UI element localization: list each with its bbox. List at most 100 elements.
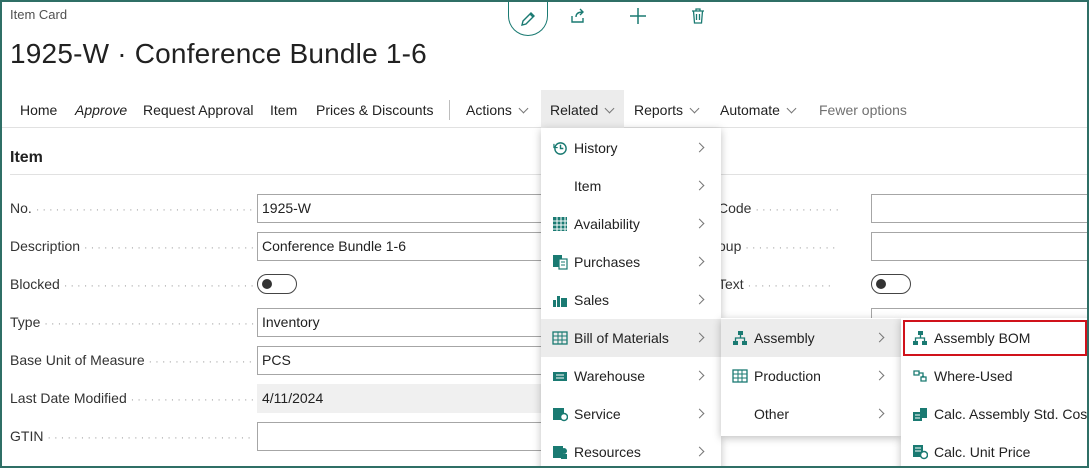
menu-item-history[interactable]: History [541, 129, 721, 167]
bom-submenu: Assembly Production Other [721, 318, 901, 436]
action-home[interactable]: Home [20, 90, 57, 128]
menu-item-purchases-label: Purchases [574, 254, 641, 270]
sales-icon [550, 292, 570, 308]
menu-item-where-used[interactable]: Where-Used [901, 357, 1087, 395]
purchases-icon [550, 254, 570, 270]
no-field[interactable]: 1925-W [257, 194, 557, 223]
menu-item-other[interactable]: Other [721, 395, 901, 433]
related-menu: History Item Availability Purchases Sale… [541, 128, 721, 466]
add-icon [630, 8, 646, 24]
menu-item-service[interactable]: Service [541, 395, 721, 433]
menu-item-item[interactable]: Item [541, 167, 721, 205]
menu-item-calc-unit-price[interactable]: Calc. Unit Price [901, 433, 1087, 466]
field-label-no: No. ····································… [10, 200, 255, 216]
chevron-right-icon [694, 446, 705, 457]
item-card-window: Item Card 1925-W · Conference Bundle 1-6… [0, 0, 1089, 468]
delete-button[interactable] [668, 2, 728, 30]
chevron-right-icon [874, 408, 885, 419]
warehouse-icon [550, 368, 570, 384]
chevron-right-icon [694, 142, 705, 153]
right-text-toggle[interactable] [871, 274, 911, 294]
action-automate[interactable]: Automate [720, 90, 797, 128]
page-caption: Item Card [10, 7, 68, 22]
production-icon [730, 368, 750, 384]
last-modified-field: 4/11/2024 [257, 384, 557, 413]
delete-icon [692, 8, 704, 24]
action-item[interactable]: Item [270, 90, 297, 128]
field-label-description-text: Description [10, 238, 81, 254]
action-automate-label: Automate [720, 102, 780, 118]
right-label-code: Code ············· [718, 200, 842, 216]
new-button[interactable] [608, 2, 668, 30]
action-related[interactable]: Related [541, 90, 624, 128]
gtin-field[interactable] [257, 422, 557, 451]
menu-item-purchases[interactable]: Purchases [541, 243, 721, 281]
field-label-base-uom-text: Base Unit of Measure [10, 352, 145, 368]
page-title: 1925-W · Conference Bundle 1-6 [10, 38, 427, 69]
share-button[interactable] [548, 2, 608, 30]
menu-item-bom-label: Bill of Materials [574, 330, 669, 346]
menu-item-bill-of-materials[interactable]: Bill of Materials [541, 319, 721, 357]
blocked-toggle[interactable] [257, 274, 297, 294]
menu-item-warehouse[interactable]: Warehouse [541, 357, 721, 395]
action-request-approval[interactable]: Request Approval [143, 90, 254, 128]
field-label-last-modified-text: Last Date Modified [10, 390, 127, 406]
chevron-right-icon [694, 332, 705, 343]
type-field[interactable]: Inventory [257, 308, 557, 337]
service-icon [550, 406, 570, 422]
menu-item-production-label: Production [754, 368, 821, 384]
menu-item-warehouse-label: Warehouse [574, 368, 646, 384]
action-prices-discounts[interactable]: Prices & Discounts [316, 90, 433, 128]
chevron-right-icon [874, 370, 885, 381]
menu-item-calc-std-cost-label: Calc. Assembly Std. Cost [934, 406, 1089, 422]
highlight-box [903, 320, 1087, 356]
field-label-blocked-text: Blocked [10, 276, 60, 292]
action-fewer-options[interactable]: Fewer options [819, 90, 907, 128]
description-field[interactable]: Conference Bundle 1-6 [257, 232, 557, 261]
menu-item-sales[interactable]: Sales [541, 281, 721, 319]
chevron-right-icon [694, 256, 705, 267]
menu-item-history-label: History [574, 140, 618, 156]
menu-item-production[interactable]: Production [721, 357, 901, 395]
action-separator [449, 100, 450, 120]
base-uom-field[interactable]: PCS [257, 346, 557, 375]
where-used-icon [910, 368, 930, 384]
menu-item-assembly[interactable]: Assembly [721, 319, 901, 357]
menu-item-calc-assembly-std-cost[interactable]: Calc. Assembly Std. Cost [901, 395, 1089, 433]
chevron-down-icon [689, 103, 700, 114]
share-icon [571, 8, 584, 23]
menu-item-other-label: Other [754, 406, 790, 422]
right-label-oup-text: oup [718, 238, 742, 254]
history-icon [550, 140, 570, 156]
menu-item-availability-label: Availability [574, 216, 640, 232]
chevron-right-icon [694, 408, 705, 419]
right-label-oup: oup ·············· [718, 238, 839, 254]
right-label-text: Text ············· [718, 276, 835, 292]
edit-icon [521, 11, 535, 26]
resources-icon [550, 444, 570, 460]
field-label-base-uom: Base Unit of Measure ···················… [10, 352, 255, 368]
field-label-description: Description ····························… [10, 238, 255, 254]
chevron-right-icon [694, 218, 705, 229]
chevron-right-icon [694, 294, 705, 305]
assembly-hierarchy-icon [730, 330, 750, 346]
section-title-item: Item [10, 149, 43, 166]
right-code-field[interactable] [871, 194, 1087, 223]
menu-item-item-label: Item [574, 178, 602, 194]
edit-button[interactable] [508, 2, 548, 36]
action-actions[interactable]: Actions [466, 90, 529, 128]
right-oup-field[interactable] [871, 232, 1087, 261]
action-actions-label: Actions [466, 102, 512, 118]
action-reports[interactable]: Reports [634, 90, 700, 128]
field-label-blocked: Blocked ································… [10, 276, 255, 292]
calculate-price-icon [910, 444, 930, 460]
chevron-down-icon [604, 103, 615, 114]
menu-item-assembly-label: Assembly [754, 330, 815, 346]
field-label-gtin: GTIN ···································… [10, 428, 255, 444]
menu-item-availability[interactable]: Availability [541, 205, 721, 243]
field-label-type-text: Type [10, 314, 41, 330]
right-label-text-text: Text [718, 276, 744, 292]
menu-item-resources[interactable]: Resources [541, 433, 721, 466]
chevron-right-icon [874, 332, 885, 343]
action-approve[interactable]: Approve [75, 90, 127, 128]
